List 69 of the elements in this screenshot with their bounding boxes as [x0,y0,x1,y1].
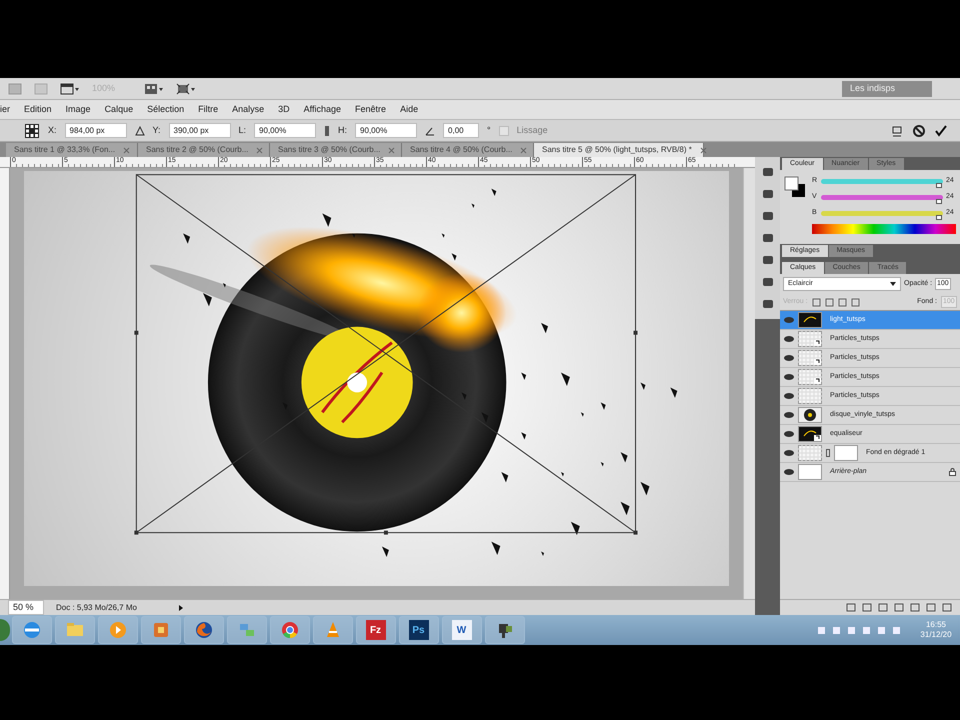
eye-icon[interactable] [784,412,794,418]
taskbar-button[interactable]: W [442,616,482,644]
slider-thumb[interactable] [936,215,942,220]
cancel-icon[interactable] [912,124,926,138]
field-label: L: [238,124,246,137]
eye-icon[interactable] [784,336,794,342]
reference-point-icon[interactable] [24,122,40,138]
menu-item[interactable]: 3D [278,102,290,116]
app-logo: Ps [408,620,428,640]
checkbox-label: Lissage [516,124,548,137]
taskbar-button[interactable] [484,616,524,644]
field-label: X: [48,124,57,137]
field-label: Y: [152,124,161,137]
field-label: H: [338,124,348,137]
menu-item[interactable]: Analyse [232,102,264,116]
commit-icon[interactable] [934,124,948,138]
menu-item[interactable]: Sélection [147,102,184,116]
eye-icon[interactable] [784,317,794,323]
color-swatches-icon[interactable] [784,176,806,198]
menu-item[interactable]: Calque [104,102,134,116]
eye-icon[interactable] [784,355,794,361]
menu-item[interactable]: Affichage [304,102,342,116]
document-info: Doc : 5,93 Mo/26,7 Mo [56,602,138,614]
document-tab[interactable]: Sans titre 4 @ 50% (Courb... [402,143,534,157]
menu-item[interactable]: ier [0,102,10,116]
menu-item[interactable]: Aide [400,102,418,116]
caret-icon[interactable] [890,282,896,286]
taskbar-button[interactable]: Fz [356,616,396,644]
triangle-icon [134,126,145,136]
document-tab[interactable]: Sans titre 5 @ 50% (light_tutsps, RVB/8) * [534,143,704,157]
menu-item[interactable]: Edition [24,102,52,116]
input-field[interactable]: 90,00% [254,123,316,138]
taskbar-button[interactable] [12,616,52,644]
scrollbar[interactable] [743,168,755,599]
menu-item[interactable]: Image [66,102,91,116]
eye-icon[interactable] [784,393,794,399]
start-button[interactable] [0,619,10,641]
zoom-field[interactable]: 50 % [8,600,44,616]
eye-icon[interactable] [784,450,794,456]
transform-box[interactable] [134,174,638,535]
input-field[interactable]: 0,00 [443,123,480,138]
taskbar-button[interactable] [270,616,310,644]
menu-item[interactable]: Fenêtre [355,102,386,116]
document-tab[interactable]: Sans titre 1 @ 33,3% (Fon... [6,143,138,157]
screen-mode-icon[interactable] [60,82,80,94]
document-tab[interactable]: Sans titre 3 @ 50% (Courb... [270,143,402,157]
input-field[interactable]: 390,00 px [168,123,231,138]
taskbar-button[interactable] [184,616,224,644]
arrange-icon[interactable] [144,82,164,94]
input-field[interactable]: 90,00% [355,123,418,138]
warp-icon[interactable] [890,124,904,138]
triangle-icon[interactable] [178,604,184,612]
document-tab[interactable]: Sans titre 2 @ 50% (Courb... [138,143,270,157]
screen-icon[interactable] [176,82,196,94]
angle-icon [425,126,436,136]
unit-label: ° [487,124,491,137]
chain-icon [826,449,830,457]
eye-icon[interactable] [784,469,794,475]
color-spectrum[interactable] [812,224,956,234]
slider-thumb[interactable] [936,183,942,188]
app-logo: Fz [366,620,386,640]
input-field[interactable]: 984,00 px [64,123,127,138]
eye-icon[interactable] [784,431,794,437]
close-icon[interactable] [700,146,707,154]
taskbar-button[interactable]: Ps [398,616,438,644]
slider-thumb[interactable] [936,199,942,204]
app-logo: W [452,620,472,640]
menu-item[interactable]: Filtre [198,102,218,116]
eye-icon[interactable] [784,374,794,380]
